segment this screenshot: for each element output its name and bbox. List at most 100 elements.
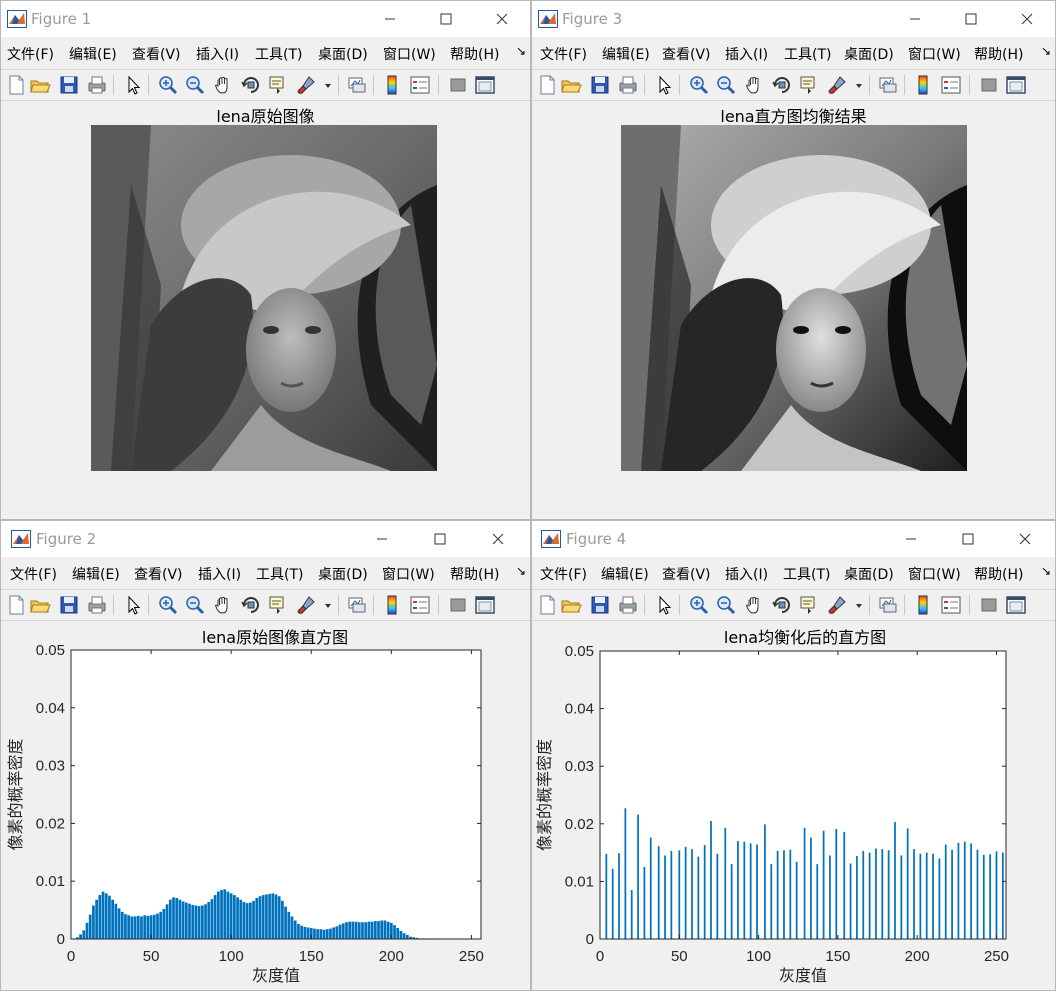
- minimize-button[interactable]: [883, 521, 939, 557]
- menu-edit[interactable]: 编辑(E): [69, 44, 117, 64]
- maximize-button[interactable]: [943, 1, 999, 37]
- new-figure-icon[interactable]: [536, 74, 558, 96]
- brush-dropdown-icon[interactable]: [854, 594, 864, 616]
- zoom-in-icon[interactable]: [688, 74, 710, 96]
- menu-edit[interactable]: 编辑(E): [601, 564, 649, 584]
- show-plot-tools-icon[interactable]: [474, 74, 496, 96]
- menu-overflow-arrow-icon[interactable]: ↘: [1041, 44, 1051, 58]
- menu-file[interactable]: 文件(F): [540, 44, 587, 64]
- rotate-3d-icon[interactable]: [771, 594, 793, 616]
- brush-dropdown-icon[interactable]: [323, 74, 333, 96]
- show-plot-tools-icon[interactable]: [1005, 594, 1027, 616]
- menu-desktop[interactable]: 桌面(D): [318, 44, 368, 64]
- brush-dropdown-icon[interactable]: [854, 74, 864, 96]
- new-figure-icon[interactable]: [536, 594, 558, 616]
- print-icon[interactable]: [86, 74, 108, 96]
- pointer-icon[interactable]: [653, 74, 675, 96]
- minimize-button[interactable]: [354, 521, 410, 557]
- menu-desktop[interactable]: 桌面(D): [844, 44, 894, 64]
- print-icon[interactable]: [617, 74, 639, 96]
- pointer-icon[interactable]: [122, 594, 144, 616]
- pan-icon[interactable]: [743, 594, 765, 616]
- zoom-out-icon[interactable]: [715, 594, 737, 616]
- menu-tools[interactable]: 工具(T): [783, 564, 830, 584]
- save-icon[interactable]: [589, 74, 611, 96]
- menu-window[interactable]: 窗口(W): [908, 44, 961, 64]
- pointer-icon[interactable]: [122, 74, 144, 96]
- zoom-in-icon[interactable]: [157, 74, 179, 96]
- brush-icon[interactable]: [295, 74, 317, 96]
- colorbar-icon[interactable]: [912, 594, 934, 616]
- minimize-button[interactable]: [362, 1, 418, 37]
- titlebar[interactable]: Figure 3: [532, 1, 1055, 37]
- menu-help[interactable]: 帮助(H): [974, 44, 1023, 64]
- pan-icon[interactable]: [212, 74, 234, 96]
- open-file-icon[interactable]: [560, 74, 582, 96]
- link-plot-icon[interactable]: [346, 594, 368, 616]
- new-figure-icon[interactable]: [5, 594, 27, 616]
- link-plot-icon[interactable]: [877, 74, 899, 96]
- menu-file[interactable]: 文件(F): [10, 564, 57, 584]
- menu-view[interactable]: 查看(V): [134, 564, 183, 584]
- menu-desktop[interactable]: 桌面(D): [844, 564, 894, 584]
- titlebar[interactable]: Figure 2: [1, 521, 530, 557]
- link-plot-icon[interactable]: [346, 74, 368, 96]
- menu-tools[interactable]: 工具(T): [784, 44, 831, 64]
- hide-plot-tools-icon[interactable]: [978, 74, 1000, 96]
- save-icon[interactable]: [58, 74, 80, 96]
- pan-icon[interactable]: [212, 594, 234, 616]
- menu-tools[interactable]: 工具(T): [255, 44, 302, 64]
- menu-edit[interactable]: 编辑(E): [602, 44, 650, 64]
- menu-insert[interactable]: 插入(I): [196, 44, 239, 64]
- brush-icon[interactable]: [826, 74, 848, 96]
- save-icon[interactable]: [58, 594, 80, 616]
- menu-help[interactable]: 帮助(H): [974, 564, 1023, 584]
- legend-icon[interactable]: [409, 594, 431, 616]
- open-file-icon[interactable]: [29, 74, 51, 96]
- menu-file[interactable]: 文件(F): [540, 564, 587, 584]
- titlebar[interactable]: Figure 1: [1, 1, 530, 37]
- zoom-out-icon[interactable]: [184, 74, 206, 96]
- maximize-button[interactable]: [418, 1, 474, 37]
- menu-insert[interactable]: 插入(I): [725, 44, 768, 64]
- menu-view[interactable]: 查看(V): [662, 44, 711, 64]
- maximize-button[interactable]: [940, 521, 996, 557]
- titlebar[interactable]: Figure 4: [532, 521, 1055, 557]
- hide-plot-tools-icon[interactable]: [978, 594, 1000, 616]
- print-icon[interactable]: [617, 594, 639, 616]
- brush-icon[interactable]: [295, 594, 317, 616]
- menu-view[interactable]: 查看(V): [662, 564, 711, 584]
- open-file-icon[interactable]: [560, 594, 582, 616]
- save-icon[interactable]: [589, 594, 611, 616]
- colorbar-icon[interactable]: [381, 74, 403, 96]
- menu-desktop[interactable]: 桌面(D): [318, 564, 368, 584]
- colorbar-icon[interactable]: [912, 74, 934, 96]
- zoom-in-icon[interactable]: [688, 594, 710, 616]
- menu-help[interactable]: 帮助(H): [450, 44, 499, 64]
- show-plot-tools-icon[interactable]: [1005, 74, 1027, 96]
- menu-window[interactable]: 窗口(W): [382, 564, 435, 584]
- pointer-icon[interactable]: [653, 594, 675, 616]
- close-button[interactable]: [999, 1, 1055, 37]
- show-plot-tools-icon[interactable]: [474, 594, 496, 616]
- menu-insert[interactable]: 插入(I): [198, 564, 241, 584]
- hide-plot-tools-icon[interactable]: [447, 594, 469, 616]
- colorbar-icon[interactable]: [381, 594, 403, 616]
- data-cursor-icon[interactable]: [267, 594, 289, 616]
- menu-window[interactable]: 窗口(W): [908, 564, 961, 584]
- zoom-out-icon[interactable]: [715, 74, 737, 96]
- brush-dropdown-icon[interactable]: [323, 594, 333, 616]
- zoom-out-icon[interactable]: [184, 594, 206, 616]
- rotate-3d-icon[interactable]: [240, 74, 262, 96]
- maximize-button[interactable]: [412, 521, 468, 557]
- rotate-3d-icon[interactable]: [771, 74, 793, 96]
- legend-icon[interactable]: [940, 594, 962, 616]
- menu-overflow-arrow-icon[interactable]: ↘: [1041, 564, 1051, 578]
- open-file-icon[interactable]: [29, 594, 51, 616]
- minimize-button[interactable]: [887, 1, 943, 37]
- new-figure-icon[interactable]: [5, 74, 27, 96]
- data-cursor-icon[interactable]: [798, 594, 820, 616]
- print-icon[interactable]: [86, 594, 108, 616]
- menu-view[interactable]: 查看(V): [132, 44, 181, 64]
- data-cursor-icon[interactable]: [267, 74, 289, 96]
